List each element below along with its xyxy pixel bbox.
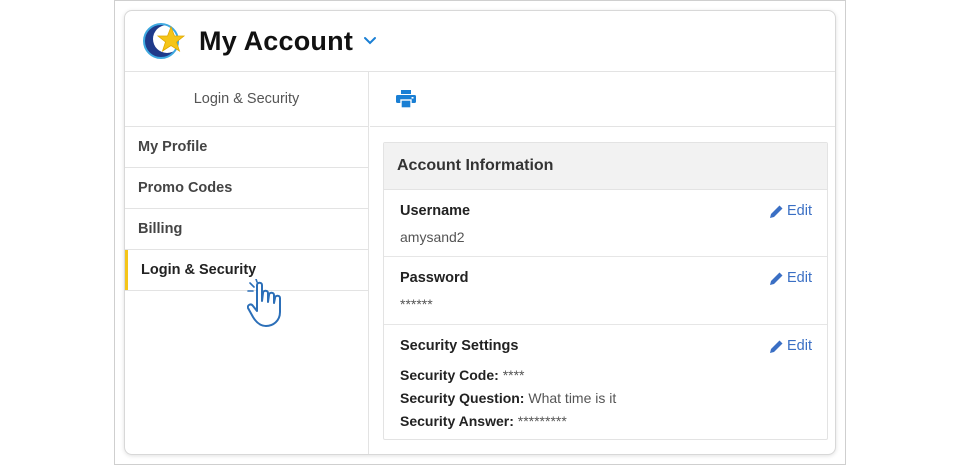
panel-heading: Account Information [384,143,827,190]
pencil-icon [770,340,783,353]
username-section: Username Edit amysand2 [384,190,827,257]
edit-password-button[interactable]: Edit [769,270,812,286]
sidebar-heading: Login & Security [125,72,368,127]
main-content: Account Information Username Edit amysan… [370,72,835,454]
account-information-panel: Account Information Username Edit amysan… [383,142,828,440]
sidebar-item-my-profile[interactable]: My Profile [125,127,368,168]
password-value: ****** [400,296,433,312]
security-answer-row: Security Answer: ********* [400,410,616,433]
print-icon[interactable] [396,90,416,108]
security-question-value: What time is it [528,390,617,406]
pointer-hand-icon [247,279,281,327]
sidebar-item-billing[interactable]: Billing [125,209,368,250]
pencil-icon [770,272,783,285]
security-question-row: Security Question: What time is it [400,387,616,410]
security-settings-section: Security Settings Edit Security Code: **… [384,325,827,435]
security-question-label: Security Question: [400,390,525,406]
security-code-label: Security Code: [400,367,499,383]
security-code-value: **** [502,367,525,383]
security-settings-label: Security Settings [400,338,519,354]
chevron-down-icon[interactable] [363,36,377,46]
username-label: Username [400,203,471,219]
page-title: My Account [199,25,354,56]
sidebar: Login & Security My Profile Promo Codes … [125,72,369,454]
edit-username-button[interactable]: Edit [769,203,812,219]
pencil-icon [770,205,783,218]
password-section: Password Edit ****** [384,257,827,325]
security-answer-value: ********* [517,413,567,429]
username-value: amysand2 [400,229,465,245]
toolbar [370,72,835,127]
security-answer-label: Security Answer: [400,413,514,429]
sidebar-item-promo-codes[interactable]: Promo Codes [125,168,368,209]
edit-label: Edit [787,270,812,286]
password-label: Password [400,270,469,286]
edit-security-button[interactable]: Edit [769,338,812,354]
star-crescent-logo [143,23,186,59]
security-details: Security Code: **** Security Question: W… [400,364,616,433]
edit-label: Edit [787,203,812,219]
edit-label: Edit [787,338,812,354]
page-header: My Account [125,11,835,72]
account-card: My Account Login & Security My Profile P… [124,10,836,455]
security-code-row: Security Code: **** [400,364,616,387]
